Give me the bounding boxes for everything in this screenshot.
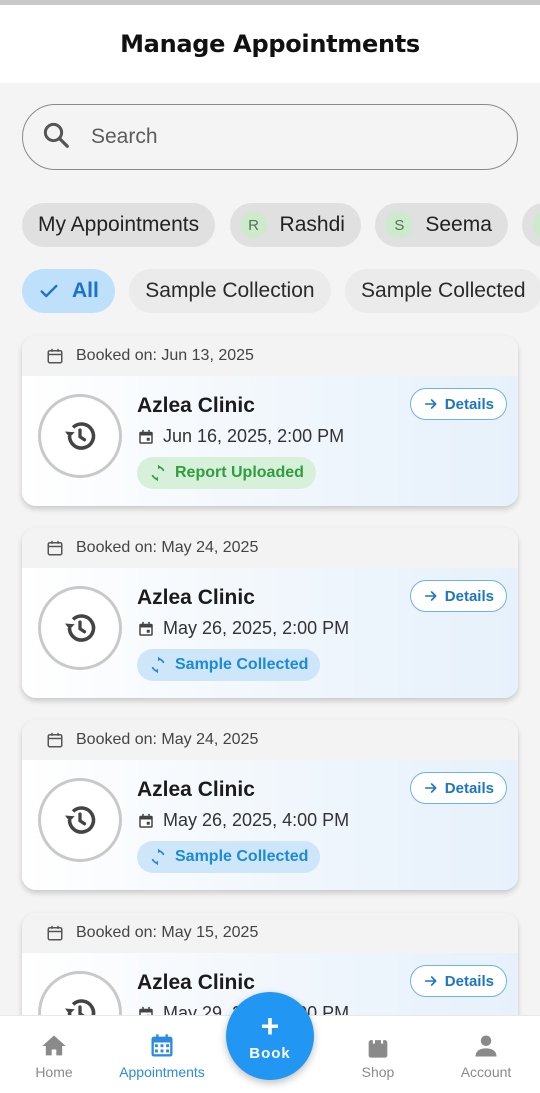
- status-text: Report Uploaded: [175, 464, 304, 481]
- details-button[interactable]: Details: [409, 580, 507, 612]
- history-icon: [38, 778, 122, 862]
- arrow-right-icon: [424, 783, 437, 793]
- appointment-datetime: Jun 16, 2025, 2:00 PM: [137, 426, 344, 447]
- check-icon: [40, 284, 58, 298]
- details-button[interactable]: Details: [409, 772, 507, 804]
- history-icon: [38, 394, 122, 478]
- nav-shop[interactable]: Shop: [352, 1016, 404, 1093]
- person-icon: [475, 1035, 497, 1057]
- status-badge: Sample Collected: [137, 649, 321, 681]
- chip-label: My Appointments: [38, 213, 200, 236]
- chip-label: Rashdi: [279, 213, 345, 236]
- chip-next-person[interactable]: [522, 203, 540, 247]
- clinic-name: Azlea Clinic: [137, 778, 255, 801]
- calendar-icon: [47, 732, 63, 748]
- chip-seema[interactable]: S Seema: [375, 203, 508, 247]
- filter-all[interactable]: All: [22, 269, 115, 313]
- status-text: Sample Collected: [175, 848, 309, 865]
- calendar-icon: [47, 348, 63, 364]
- home-icon: [42, 1035, 66, 1056]
- plus-icon: +: [260, 1007, 280, 1044]
- event-icon: [139, 429, 153, 444]
- sync-icon: [151, 656, 165, 674]
- datetime-text: May 26, 2025, 2:00 PM: [163, 618, 350, 638]
- status-filter-row: All Sample Collection Sample Collected: [22, 269, 540, 313]
- booked-header: Booked on: May 24, 2025: [22, 528, 518, 568]
- calendar-icon: [47, 540, 63, 556]
- arrow-right-icon: [424, 976, 437, 986]
- chip-label: Seema: [425, 213, 492, 236]
- appointment-datetime: May 26, 2025, 4:00 PM: [137, 810, 349, 831]
- avatar: R: [239, 211, 268, 239]
- chip-rashdi[interactable]: R Rashdi: [229, 203, 361, 247]
- booked-date: Booked on: Jun 13, 2025: [76, 347, 254, 364]
- status-badge: Report Uploaded: [137, 457, 316, 489]
- nav-label: Shop: [361, 1064, 395, 1080]
- filter-sample-collected[interactable]: Sample Collected: [345, 269, 540, 313]
- appointment-datetime: May 26, 2025, 2:00 PM: [137, 618, 349, 639]
- status-text: Sample Collected: [175, 656, 309, 673]
- datetime-text: Jun 16, 2025, 2:00 PM: [163, 426, 345, 446]
- avatar: S: [385, 211, 414, 239]
- book-label: Book: [249, 1044, 291, 1062]
- booked-header: Booked on: May 15, 2025: [22, 913, 518, 953]
- booked-date: Booked on: May 24, 2025: [76, 539, 259, 556]
- people-filter-row: My Appointments R Rashdi S Seema: [22, 203, 540, 247]
- filter-label: Sample Collected: [361, 279, 526, 302]
- booked-header: Booked on: May 24, 2025: [22, 720, 518, 760]
- filter-label: All: [72, 279, 99, 302]
- search-input[interactable]: [91, 125, 471, 149]
- book-button[interactable]: + Book: [226, 992, 314, 1080]
- history-icon: [38, 586, 122, 670]
- nav-appointments[interactable]: Appointments: [112, 1016, 212, 1093]
- event-icon: [139, 813, 153, 828]
- arrow-right-icon: [424, 591, 437, 601]
- nav-account[interactable]: Account: [452, 1016, 520, 1093]
- app-header: Manage Appointments: [0, 5, 540, 83]
- nav-label: Home: [35, 1064, 73, 1080]
- appointment-card[interactable]: Booked on: May 24, 2025 Azlea Clinic May…: [22, 720, 518, 890]
- appointment-card[interactable]: Booked on: Jun 13, 2025 Azlea Clinic Jun…: [22, 336, 518, 506]
- clinic-name: Azlea Clinic: [137, 586, 255, 609]
- arrow-right-icon: [424, 399, 437, 409]
- booked-date: Booked on: May 24, 2025: [76, 731, 259, 748]
- status-badge: Sample Collected: [137, 841, 321, 873]
- nav-label: Account: [460, 1064, 512, 1080]
- calendar-icon: [47, 925, 63, 941]
- details-button[interactable]: Details: [409, 965, 507, 997]
- details-button[interactable]: Details: [409, 388, 507, 420]
- filter-label: Sample Collection: [145, 279, 315, 302]
- sync-icon: [151, 464, 165, 482]
- chip-my-appointments[interactable]: My Appointments: [22, 203, 216, 247]
- event-icon: [139, 621, 153, 636]
- page-title: Manage Appointments: [120, 30, 420, 58]
- search-bar[interactable]: [22, 104, 518, 170]
- sync-icon: [151, 848, 165, 866]
- calendar-month-icon: [151, 1034, 173, 1057]
- filter-sample-collection[interactable]: Sample Collection: [129, 269, 331, 313]
- details-label: Details: [444, 779, 494, 797]
- details-label: Details: [444, 587, 494, 605]
- nav-label: Appointments: [119, 1064, 205, 1080]
- details-label: Details: [444, 395, 494, 413]
- booked-header: Booked on: Jun 13, 2025: [22, 336, 518, 376]
- search-icon: [41, 120, 71, 155]
- appointment-card[interactable]: Booked on: May 24, 2025 Azlea Clinic May…: [22, 528, 518, 698]
- nav-home[interactable]: Home: [27, 1016, 81, 1093]
- shopping-bag-icon: [368, 1033, 388, 1058]
- datetime-text: May 26, 2025, 4:00 PM: [163, 810, 350, 830]
- booked-date: Booked on: May 15, 2025: [76, 924, 259, 941]
- clinic-name: Azlea Clinic: [137, 971, 255, 994]
- clinic-name: Azlea Clinic: [137, 394, 255, 417]
- details-label: Details: [444, 972, 494, 990]
- avatar: [532, 211, 540, 239]
